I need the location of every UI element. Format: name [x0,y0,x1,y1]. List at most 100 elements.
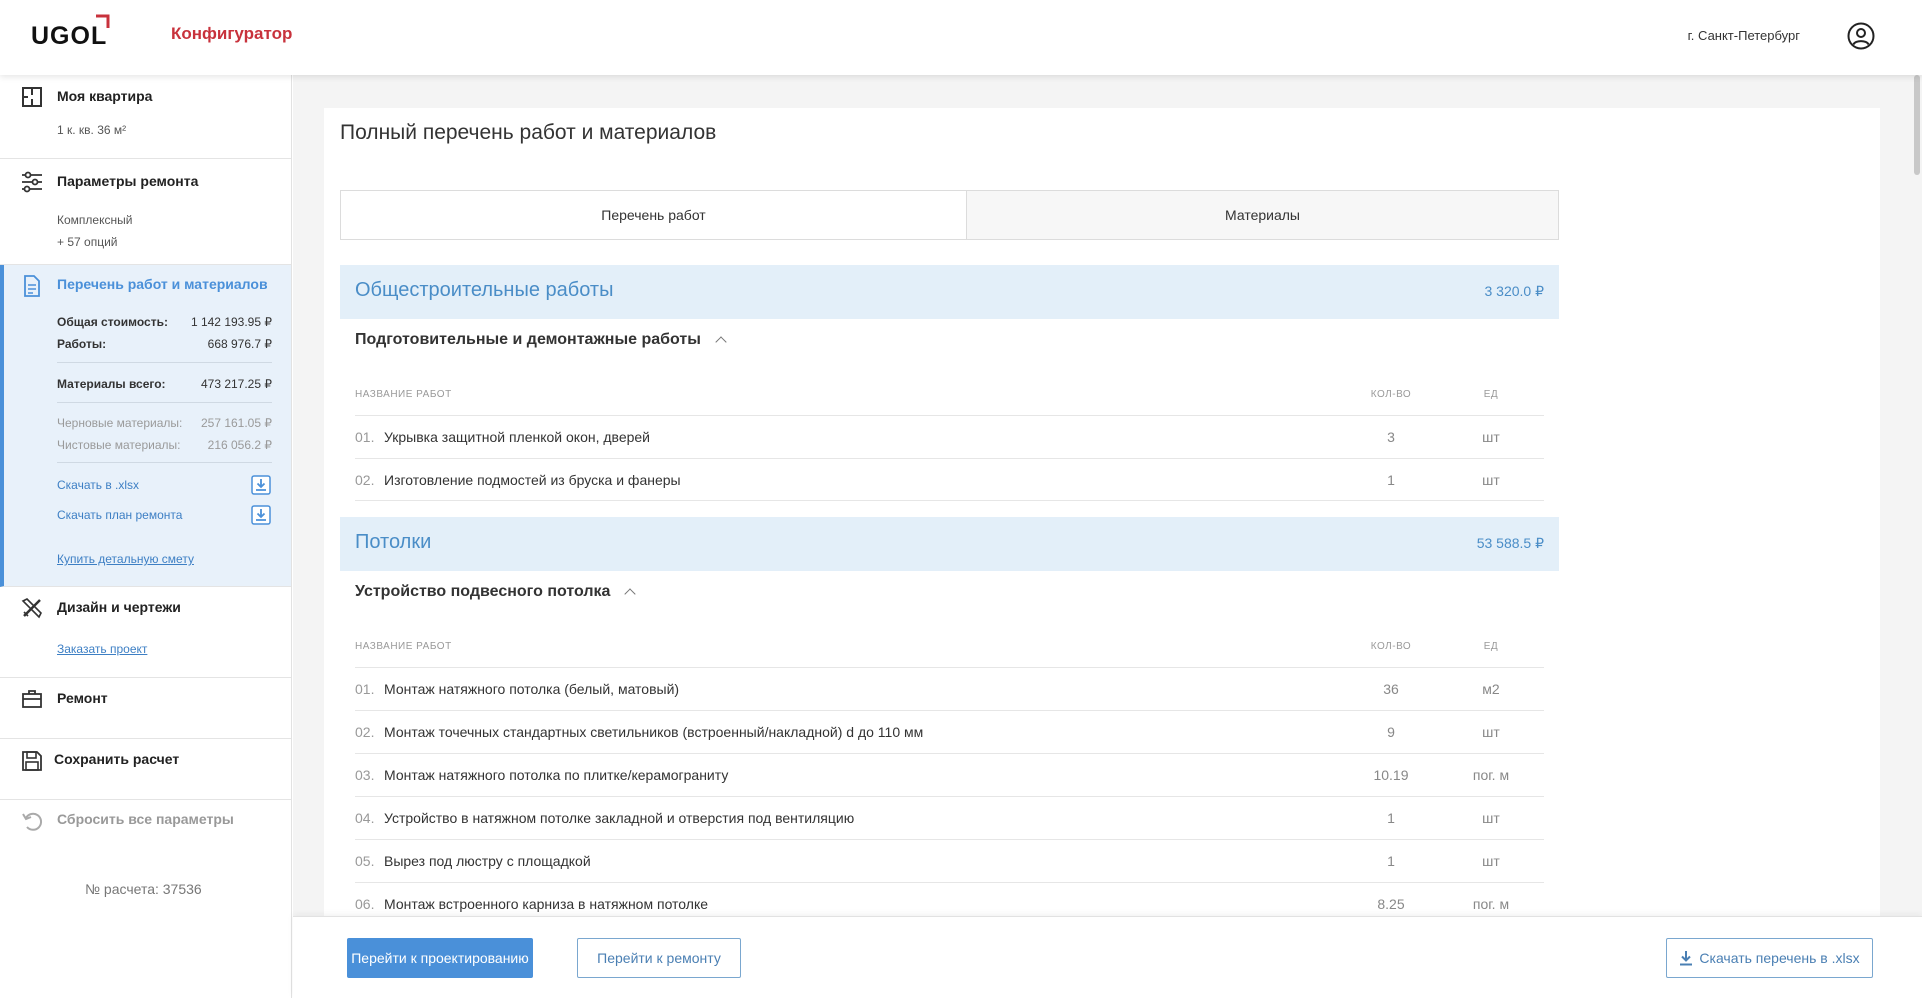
row-unit: пог. м [1472,767,1510,783]
row-qty: 3 [1387,429,1395,445]
design-tools-icon [21,598,42,619]
summary-total: Общая стоимость: 1 142 193.95 ₽ [57,315,272,329]
summary-rough-materials: Черновые материалы: 257 161.05 ₽ [57,416,272,430]
summary-materials: Материалы всего: 473 217.25 ₽ [57,377,272,391]
sidebar-item-design[interactable]: Дизайн и чертежи Заказать проект [0,587,291,678]
summary-total-label: Общая стоимость: [57,315,168,329]
top-header: UGOL Конфигуратор г. Санкт-Петербург [0,0,1922,75]
row-number: 04. [355,810,375,826]
table-row: 01. Монтаж натяжного потолка (белый, мат… [355,667,1544,710]
row-unit: пог. м [1472,896,1510,912]
scrollbar[interactable] [1914,75,1920,175]
user-account-icon[interactable] [1846,21,1876,51]
category-header[interactable]: Общестроительные работы 3 320.0 ₽ [340,265,1559,319]
sidebar-item-apartment[interactable]: Моя квартира 1 к. кв. 36 м² [0,75,291,159]
summary-rough-value: 257 161.05 ₽ [200,416,272,430]
sidebar-works-title: Перечень работ и материалов [57,276,268,292]
download-xlsx-link[interactable]: Скачать в .xlsx [57,478,139,492]
subsection-toggle[interactable]: Устройство подвесного потолка [355,583,637,601]
reset-icon [22,812,43,831]
summary-works-value: 668 976.7 ₽ [207,337,272,351]
sidebar-reset-title: Сбросить все параметры [57,811,234,827]
page-title: Полный перечень работ и материалов [340,121,717,144]
category-total: 3 320.0 ₽ [1484,283,1544,299]
sidebar-apartment-subtitle: 1 к. кв. 36 м² [57,123,127,137]
row-number: 02. [355,724,375,740]
summary-rough-label: Черновые материалы: [57,416,183,430]
row-number: 02. [355,472,375,488]
row-name: Устройство в натяжном потолке закладной … [384,810,855,826]
row-qty: 9 [1387,724,1395,740]
floor-plan-icon [22,87,42,107]
download-list-button[interactable]: Скачать перечень в .xlsx [1666,938,1873,978]
row-unit: шт [1482,429,1500,445]
sidebar: Моя квартира 1 к. кв. 36 м² Параметры ре… [0,75,292,998]
row-qty: 8.25 [1377,896,1405,912]
sidebar-params-options: + 57 опций [57,235,118,249]
sidebar-item-params[interactable]: Параметры ремонта Комплексный + 57 опций [0,159,291,265]
chevron-up-icon [624,588,637,600]
table-header: НАЗВАНИЕ РАБОТ КОЛ-ВО ЕД [355,641,1544,652]
toolbox-icon [22,690,42,708]
row-qty: 1 [1387,853,1395,869]
row-unit: шт [1482,724,1500,740]
sidebar-item-reset[interactable]: Сбросить все параметры [0,800,291,860]
buy-estimate-link[interactable]: Купить детальную смету [57,552,194,566]
subsection-title: Устройство подвесного потолка [355,583,611,600]
summary-materials-value: 473 217.25 ₽ [200,377,272,391]
row-qty: 1 [1387,810,1395,826]
sidebar-repair-title: Ремонт [57,690,108,706]
row-unit: шт [1482,472,1500,488]
table-header: НАЗВАНИЕ РАБОТ КОЛ-ВО ЕД [355,389,1544,400]
row-name: Монтаж натяжного потолка (белый, матовый… [384,681,680,697]
row-qty: 1 [1387,472,1395,488]
download-icon[interactable] [251,475,271,495]
sidebar-params-type: Комплексный [57,213,133,227]
row-name: Укрывка защитной пленкой окон, дверей [384,429,651,445]
column-qty-header: КОЛ-ВО [1370,389,1412,400]
chevron-up-icon [715,336,727,348]
app-title: Конфигуратор [171,24,293,43]
row-number: 06. [355,896,375,912]
order-project-link[interactable]: Заказать проект [57,642,147,656]
sidebar-item-repair[interactable]: Ремонт [0,678,291,739]
row-number: 05. [355,853,375,869]
table-row: 05. Вырез под люстру с площадкой 1 шт [355,839,1544,882]
category-name: Потолки [355,531,432,553]
download-list-label: Скачать перечень в .xlsx [1699,950,1860,966]
bottom-action-bar: Перейти к проектированию Перейти к ремон… [293,916,1922,998]
sidebar-item-save[interactable]: Сохранить расчет [0,739,291,800]
row-name: Монтаж встроенного карниза в натяжном по… [384,896,709,912]
tabs: Перечень работ Материалы [340,190,1559,240]
sidebar-save-title: Сохранить расчет [54,751,180,767]
go-to-design-button[interactable]: Перейти к проектированию [347,938,533,978]
divider [57,402,272,403]
column-unit-header: ЕД [1483,389,1499,400]
row-unit: м2 [1482,681,1500,697]
summary-total-value: 1 142 193.95 ₽ [190,315,272,329]
document-icon [24,275,40,297]
divider [57,362,272,363]
download-icon[interactable] [251,505,271,525]
summary-works-label: Работы: [57,337,107,351]
row-name: Монтаж натяжного потолка по плитке/керам… [384,767,729,783]
row-name: Изготовление подмостей из бруска и фанер… [384,472,681,488]
table-row: 02. Монтаж точечных стандартных светильн… [355,710,1544,753]
tab-works-list[interactable]: Перечень работ [341,191,967,239]
tab-materials[interactable]: Материалы [967,191,1558,239]
download-icon [1680,951,1693,966]
subsection-title: Подготовительные и демонтажные работы [355,331,701,348]
go-to-repair-button[interactable]: Перейти к ремонту [577,938,741,978]
row-unit: шт [1482,810,1500,826]
row-number: 03. [355,767,375,783]
subsection-toggle[interactable]: Подготовительные и демонтажные работы [355,331,727,349]
download-plan-link[interactable]: Скачать план ремонта [57,508,182,522]
sidebar-item-works[interactable]: Перечень работ и материалов Общая стоимо… [0,265,291,587]
row-name: Вырез под люстру с площадкой [384,853,591,869]
summary-finish-value: 216 056.2 ₽ [207,438,272,452]
sliders-icon [22,171,42,193]
category-header[interactable]: Потолки 53 588.5 ₽ [340,517,1559,571]
calculation-number: № расчета: 37536 [85,881,202,897]
city-selector[interactable]: г. Санкт-Петербург [1688,28,1800,43]
column-qty-header: КОЛ-ВО [1370,641,1412,652]
